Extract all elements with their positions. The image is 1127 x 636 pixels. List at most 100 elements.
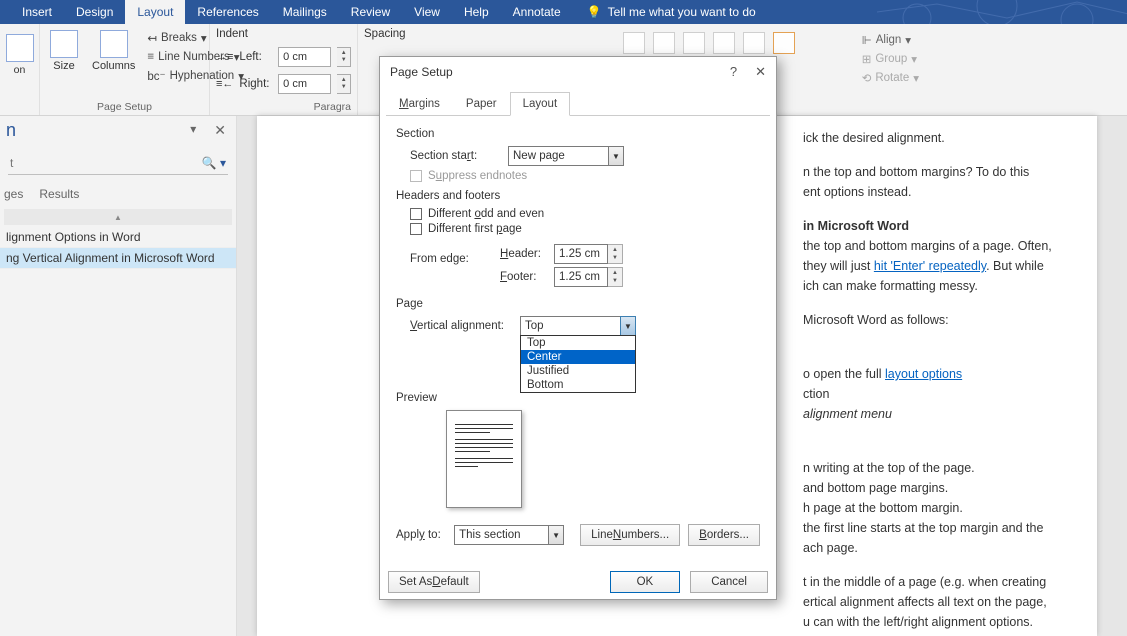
size-label: Size <box>53 60 74 72</box>
tab-mailings[interactable]: Mailings <box>271 0 339 24</box>
ok-button[interactable]: OK <box>610 571 681 593</box>
indent-right-spinner[interactable]: ▲▼ <box>337 74 351 94</box>
apply-to-label: Apply to: <box>396 529 446 541</box>
navigation-pane: n ▾ ✕ t 🔍 ▾ ges Results ▲ lignment Optio… <box>0 116 237 636</box>
wrap-text-button[interactable] <box>653 32 675 54</box>
tab-references[interactable]: References <box>185 0 270 24</box>
dialog-tab-layout[interactable]: Layout <box>510 92 571 116</box>
arrange-button[interactable] <box>773 32 795 54</box>
orientation-button-partial[interactable]: on <box>6 32 33 78</box>
bring-forward-button[interactable] <box>683 32 705 54</box>
dialog-tab-margins[interactable]: Margins <box>386 92 453 116</box>
nav-search-text: t <box>10 156 13 170</box>
set-as-default-button[interactable]: Set As Default <box>388 571 480 593</box>
header-distance-label: Header: <box>500 248 548 260</box>
doc-text: ent options instead. <box>803 182 1073 202</box>
tab-review[interactable]: Review <box>339 0 402 24</box>
vertical-alignment-label: Vertical alignment: <box>410 320 512 332</box>
group-menu[interactable]: ⊞ Group ▾ <box>860 51 921 67</box>
indent-left-label: Left: <box>239 51 272 63</box>
doc-link[interactable]: hit 'Enter' repeatedly <box>874 259 986 273</box>
borders-button[interactable]: Borders... <box>688 524 760 546</box>
headers-footers-header: Headers and footers <box>396 190 760 202</box>
lightbulb-icon: 💡 <box>587 5 602 19</box>
nav-tab-pages[interactable]: ges <box>4 187 23 201</box>
send-backward-button[interactable] <box>713 32 735 54</box>
doc-text: and bottom page margins. <box>803 478 1073 498</box>
indent-right-label: Right: <box>239 78 272 90</box>
vertical-alignment-combo-button[interactable]: ▼ <box>620 316 636 336</box>
cancel-button[interactable]: Cancel <box>690 571 768 593</box>
nav-options-dropdown[interactable]: ▾ <box>190 122 196 139</box>
tab-view[interactable]: View <box>402 0 452 24</box>
suppress-endnotes-checkbox <box>410 170 422 182</box>
doc-text-italic: alignment menu <box>803 407 892 421</box>
selection-pane-button[interactable] <box>743 32 765 54</box>
valign-option-justified[interactable]: Justified <box>521 364 635 378</box>
dialog-tab-paper[interactable]: Paper <box>453 92 510 116</box>
doc-link[interactable]: layout options <box>885 367 962 381</box>
indent-left-input[interactable]: 0 cm <box>278 47 331 67</box>
section-start-combo[interactable]: New page <box>508 146 624 166</box>
size-button[interactable]: Size <box>46 28 82 74</box>
preview-thumbnail <box>446 410 522 508</box>
align-menu[interactable]: ⊩ Align ▾ <box>860 32 921 48</box>
doc-text: they will just <box>803 259 874 273</box>
vertical-alignment-combo[interactable]: Top <box>520 316 636 336</box>
doc-text: ertical alignment affects all text on th… <box>803 592 1073 612</box>
indent-right-input[interactable]: 0 cm <box>278 74 331 94</box>
tab-layout[interactable]: Layout <box>125 0 185 24</box>
apply-to-combo-button[interactable]: ▼ <box>548 525 564 545</box>
tab-insert[interactable]: Insert <box>10 0 64 24</box>
indent-left-spinner[interactable]: ▲▼ <box>337 47 351 67</box>
nav-result-item-2[interactable]: ng Vertical Alignment in Microsoft Word <box>0 248 236 269</box>
nav-result-item-1[interactable]: lignment Options in Word <box>0 227 236 248</box>
ribbon-tabs: Insert Design Layout References Mailings… <box>0 0 1127 24</box>
doc-text: . But while <box>986 259 1044 273</box>
page-header: Page <box>396 298 760 310</box>
dialog-close-button[interactable]: ✕ <box>755 64 766 80</box>
header-distance-input[interactable]: 1.25 cm <box>554 244 608 264</box>
first-page-label: Different first page <box>428 223 522 235</box>
line-numbers-button[interactable]: Line Numbers... <box>580 524 680 546</box>
rotate-menu[interactable]: ⟲ Rotate ▾ <box>860 70 921 86</box>
doc-text: h page at the bottom margin. <box>803 498 1073 518</box>
first-page-checkbox[interactable] <box>410 223 422 235</box>
tab-help[interactable]: Help <box>452 0 501 24</box>
nav-result-collapse[interactable]: ▲ <box>4 209 232 225</box>
section-start-combo-button[interactable]: ▼ <box>608 146 624 166</box>
nav-tab-results[interactable]: Results <box>39 187 79 201</box>
tab-annotate[interactable]: Annotate <box>501 0 573 24</box>
nav-close-button[interactable]: ✕ <box>214 122 226 139</box>
doc-text: ach page. <box>803 538 1073 558</box>
footer-distance-input[interactable]: 1.25 cm <box>554 267 608 287</box>
doc-text: ick the desired alignment. <box>803 128 1073 148</box>
footer-distance-spinner[interactable]: ▲▼ <box>608 267 623 287</box>
valign-option-center[interactable]: Center <box>521 350 635 364</box>
doc-text: t in the middle of a page (e.g. when cre… <box>803 572 1073 592</box>
doc-text: the first line starts at the top margin … <box>803 518 1073 538</box>
odd-even-label: Different odd and even <box>428 208 544 220</box>
position-button[interactable] <box>623 32 645 54</box>
vertical-alignment-dropdown: Top Center Justified Bottom <box>520 335 636 393</box>
valign-option-top[interactable]: Top <box>521 336 635 350</box>
nav-search-input[interactable]: t 🔍 ▾ <box>8 151 228 175</box>
doc-text: u can with the left/right alignment opti… <box>803 612 1073 632</box>
footer-distance-label: Footer: <box>500 271 548 283</box>
columns-label: Columns <box>92 60 135 72</box>
doc-text: ich can make formatting messy. <box>803 276 1073 296</box>
doc-text: ction <box>803 384 1073 404</box>
nav-title: n <box>6 120 16 141</box>
tab-design[interactable]: Design <box>64 0 125 24</box>
doc-text: Microsoft Word as follows: <box>803 310 1073 330</box>
suppress-endnotes-label: Suppress endnotes <box>428 170 527 182</box>
dialog-help-button[interactable]: ? <box>730 64 737 80</box>
odd-even-checkbox[interactable] <box>410 208 422 220</box>
doc-heading: in Microsoft Word <box>803 219 909 233</box>
columns-button[interactable]: Columns <box>88 28 139 74</box>
tell-me-search[interactable]: Tell me what you want to do <box>608 0 768 24</box>
indent-header: Indent <box>216 28 351 40</box>
header-distance-spinner[interactable]: ▲▼ <box>608 244 623 264</box>
section-start-label: Section start: <box>410 150 500 162</box>
valign-option-bottom[interactable]: Bottom <box>521 378 635 392</box>
